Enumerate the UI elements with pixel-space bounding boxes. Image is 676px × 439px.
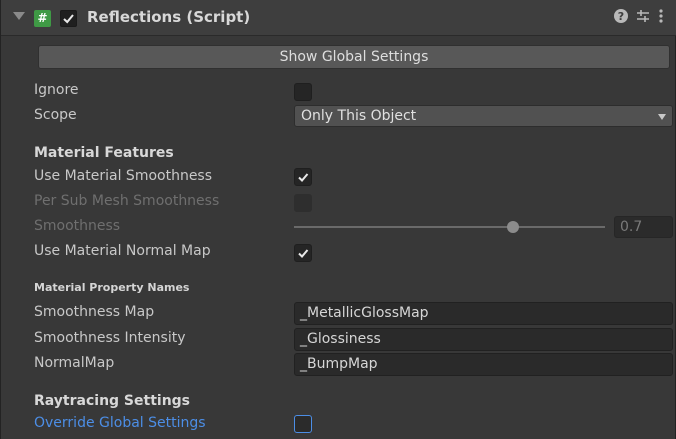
- scope-label: Scope: [34, 107, 77, 123]
- raytracing-settings-heading: Raytracing Settings: [34, 393, 191, 409]
- override-global-settings-checkbox[interactable]: [294, 415, 312, 433]
- scope-dropdown[interactable]: Only This Object: [294, 105, 673, 127]
- override-global-settings-label: Override Global Settings: [34, 415, 206, 431]
- presets-icon[interactable]: [635, 8, 651, 28]
- scope-value: Only This Object: [301, 108, 417, 124]
- checkmark-icon: [63, 14, 74, 24]
- component-title: Reflections (Script): [87, 8, 251, 26]
- kebab-menu-icon[interactable]: [658, 8, 664, 28]
- svg-text:?: ?: [618, 10, 624, 23]
- use-material-smoothness-checkbox[interactable]: [294, 168, 312, 186]
- per-sub-mesh-smoothness-checkbox[interactable]: [294, 194, 312, 212]
- per-sub-mesh-smoothness-label: Per Sub Mesh Smoothness: [34, 193, 220, 209]
- smoothness-slider-track[interactable]: [294, 226, 605, 228]
- checkmark-icon: [298, 173, 309, 182]
- component-header[interactable]: # Reflections (Script) ?: [1, 0, 676, 36]
- smoothness-value-field[interactable]: 0.7: [614, 216, 673, 238]
- use-material-normal-map-label: Use Material Normal Map: [34, 243, 211, 259]
- normal-map-field[interactable]: _BumpMap: [294, 353, 673, 376]
- script-icon: #: [34, 10, 51, 27]
- ignore-checkbox[interactable]: [294, 83, 312, 101]
- smoothness-label: Smoothness: [34, 218, 121, 234]
- inspector-component: # Reflections (Script) ? Show Global Set…: [0, 0, 676, 439]
- use-material-smoothness-label: Use Material Smoothness: [34, 168, 213, 184]
- material-features-heading: Material Features: [34, 145, 174, 161]
- smoothness-intensity-field[interactable]: _Glossiness: [294, 328, 673, 351]
- material-property-names-heading: Material Property Names: [34, 281, 190, 294]
- checkmark-icon: [298, 249, 309, 258]
- smoothness-intensity-label: Smoothness Intensity: [34, 330, 186, 346]
- smoothness-map-field[interactable]: _MetallicGlossMap: [294, 302, 673, 325]
- help-icon[interactable]: ?: [613, 8, 629, 28]
- show-global-settings-button[interactable]: Show Global Settings: [38, 45, 670, 69]
- normal-map-label: NormalMap: [34, 355, 115, 371]
- foldout-arrow-icon[interactable]: [13, 12, 25, 20]
- smoothness-slider-thumb[interactable]: [507, 221, 519, 233]
- ignore-label: Ignore: [34, 82, 79, 98]
- component-enabled-checkbox[interactable]: [60, 10, 77, 27]
- use-material-normal-map-checkbox[interactable]: [294, 244, 312, 262]
- dropdown-arrow-icon: [658, 114, 666, 120]
- smoothness-map-label: Smoothness Map: [34, 304, 155, 320]
